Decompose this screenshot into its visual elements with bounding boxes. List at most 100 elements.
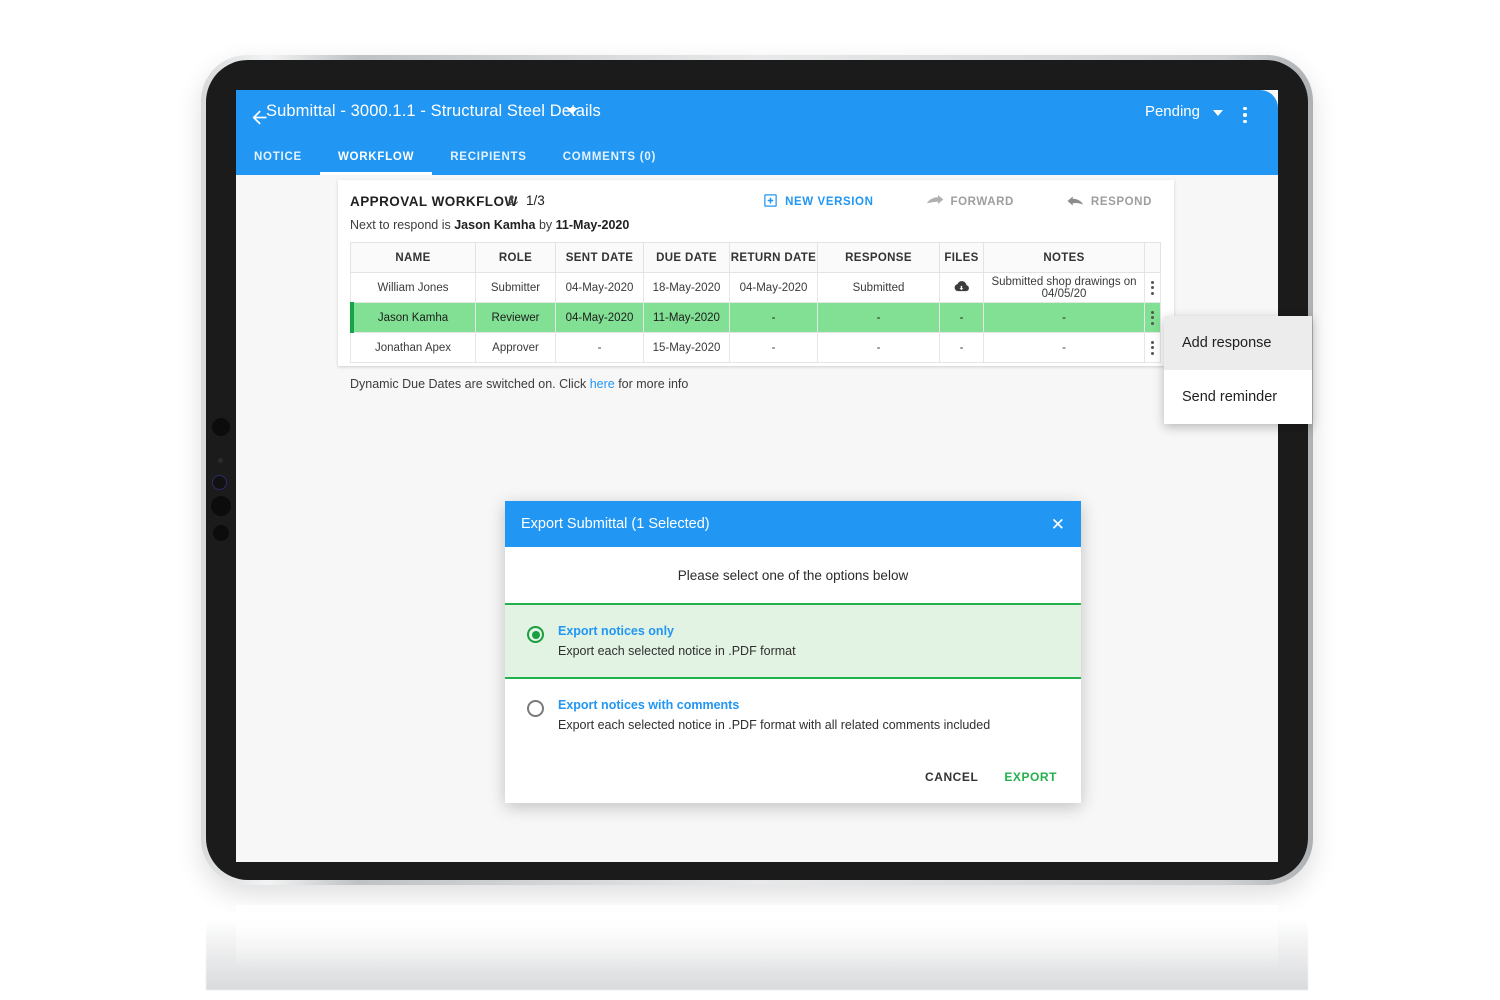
option-text-block: Export notices with comments Export each… <box>558 698 990 732</box>
tab-recipients[interactable]: RECIPIENTS <box>432 138 545 175</box>
status-badge[interactable]: Pending <box>1145 103 1200 120</box>
cell-role: Submitter <box>475 272 556 303</box>
note-here-link[interactable]: here <box>590 377 615 391</box>
export-button[interactable]: EXPORT <box>1004 770 1057 784</box>
workflow-actions: NEW VERSION FORWARD RESPOND <box>763 193 1152 211</box>
tab-comments[interactable]: COMMENTS (0) <box>545 138 674 175</box>
option-description: Export each selected notice in .PDF form… <box>558 718 991 732</box>
workflow-card-header: APPROVAL WORKFLOW 1/3 Next to respond is… <box>338 180 1174 242</box>
cell-notes: - <box>983 302 1145 333</box>
person-check-icon <box>506 193 521 213</box>
page-title: Submittal - 3000.1.1 - Structural Steel … <box>266 102 601 120</box>
menu-item-add-response[interactable]: Add response <box>1164 316 1312 370</box>
cell-return-date: 04-May-2020 <box>729 272 818 303</box>
close-icon[interactable]: ✕ <box>1049 512 1067 537</box>
option-export-notices-only[interactable]: Export notices only Export each selected… <box>505 603 1081 679</box>
cell-due-date: 18-May-2020 <box>643 272 730 303</box>
next-middle: by <box>535 218 556 232</box>
title-chevron-down-icon[interactable] <box>566 108 578 114</box>
row-menu-button[interactable] <box>1144 302 1161 333</box>
kebab-vertical-icon[interactable] <box>1145 340 1160 355</box>
note-suffix: for more info <box>614 377 689 391</box>
option-text-block: Export notices only Export each selected… <box>558 624 796 658</box>
col-name: NAME <box>350 242 476 273</box>
cell-sent-date: 04-May-2020 <box>555 272 644 303</box>
option-title: Export notices only <box>558 624 674 638</box>
cell-notes: Submitted shop drawings on 04/05/20 <box>983 272 1145 303</box>
cell-name: William Jones <box>350 272 476 303</box>
reply-arrow-icon <box>1066 194 1084 211</box>
col-response: RESPONSE <box>817 242 940 273</box>
menu-item-send-reminder[interactable]: Send reminder <box>1164 370 1312 424</box>
tab-bar: NOTICE WORKFLOW RECIPIENTS COMMENTS (0) <box>236 138 674 175</box>
col-files: FILES <box>939 242 984 273</box>
status-chevron-down-icon[interactable] <box>1213 110 1223 116</box>
table-row[interactable]: William Jones Submitter 04-May-2020 18-M… <box>350 272 1161 303</box>
screenshot-root: Submittal - 3000.1.1 - Structural Steel … <box>0 0 1500 1000</box>
volume-up-button[interactable] <box>211 496 231 516</box>
volume-down-button[interactable] <box>213 525 229 541</box>
col-notes: NOTES <box>983 242 1145 273</box>
tablet-reflection-screen <box>236 905 1278 985</box>
tab-notice[interactable]: NOTICE <box>236 138 320 175</box>
row-menu-button[interactable] <box>1144 272 1161 303</box>
note-prefix: Dynamic Due Dates are switched on. Click <box>350 377 590 391</box>
cell-files[interactable] <box>939 272 984 303</box>
app-bar-overflow-icon[interactable] <box>1234 102 1256 128</box>
col-role: ROLE <box>475 242 556 273</box>
dialog-title: Export Submittal (1 Selected) <box>521 516 710 532</box>
dialog-header: Export Submittal (1 Selected) ✕ <box>505 501 1081 547</box>
approval-workflow-table: NAME ROLE SENT DATE DUE DATE RETURN DATE… <box>350 242 1161 363</box>
cell-role: Reviewer <box>475 302 556 333</box>
option-description: Export each selected notice in .PDF form… <box>558 644 796 658</box>
tablet-screen: Submittal - 3000.1.1 - Structural Steel … <box>236 90 1278 862</box>
cell-response: Submitted <box>817 272 940 303</box>
dialog-prompt: Please select one of the options below <box>677 567 909 583</box>
tab-workflow[interactable]: WORKFLOW <box>319 138 433 175</box>
cell-due-date: 15-May-2020 <box>643 332 730 363</box>
cloud-download-icon[interactable] <box>953 280 970 297</box>
kebab-vertical-icon[interactable] <box>1145 280 1160 295</box>
cell-files: - <box>939 332 984 363</box>
forward-label: FORWARD <box>950 196 1014 208</box>
workflow-heading: APPROVAL WORKFLOW <box>350 194 518 209</box>
cell-files: - <box>939 302 984 333</box>
next-responder-line: Next to respond is Jason Kamha by 11-May… <box>350 218 629 232</box>
app-bar: Submittal - 3000.1.1 - Structural Steel … <box>236 90 1278 175</box>
col-sent-date: SENT DATE <box>555 242 644 273</box>
next-person-name: Jason Kamha <box>454 218 536 232</box>
cell-sent-date: - <box>555 332 644 363</box>
next-prefix: Next to respond is <box>350 218 455 232</box>
add-box-icon <box>763 193 778 211</box>
approval-workflow-card: APPROVAL WORKFLOW 1/3 Next to respond is… <box>338 180 1174 391</box>
next-due-date: 11-May-2020 <box>555 218 630 232</box>
side-button-top[interactable] <box>212 418 230 436</box>
cell-return-date: - <box>729 332 818 363</box>
option-title: Export notices with comments <box>558 698 740 712</box>
dialog-footer: CANCEL EXPORT <box>505 751 1081 803</box>
cell-notes: - <box>983 332 1145 363</box>
app-bar-top: Submittal - 3000.1.1 - Structural Steel … <box>236 90 1278 138</box>
col-return-date: RETURN DATE <box>729 242 818 273</box>
side-pinhole <box>218 458 223 463</box>
cell-name: Jonathan Apex <box>350 332 476 363</box>
workflow-progress-count: 1/3 <box>526 193 545 208</box>
table-row[interactable]: Jonathan Apex Approver - 15-May-2020 - -… <box>350 332 1161 363</box>
radio-selected-icon[interactable] <box>527 626 544 643</box>
table-header-row: NAME ROLE SENT DATE DUE DATE RETURN DATE… <box>350 242 1161 273</box>
row-context-menu: Add response Send reminder <box>1164 316 1312 424</box>
kebab-vertical-icon[interactable] <box>1145 310 1160 325</box>
table-row[interactable]: Jason Kamha Reviewer 04-May-2020 11-May-… <box>350 302 1161 334</box>
respond-label: RESPOND <box>1090 196 1152 208</box>
radio-unselected-icon[interactable] <box>527 700 544 717</box>
forward-button[interactable]: FORWARD <box>926 194 1014 211</box>
cancel-button[interactable]: CANCEL <box>925 770 978 784</box>
row-menu-button[interactable] <box>1144 332 1161 363</box>
option-export-notices-with-comments[interactable]: Export notices with comments Export each… <box>505 679 1081 751</box>
cell-response: - <box>817 302 940 333</box>
export-submittal-dialog: Export Submittal (1 Selected) ✕ Please s… <box>505 501 1081 803</box>
dynamic-due-dates-note: Dynamic Due Dates are switched on. Click… <box>350 377 1174 391</box>
respond-button[interactable]: RESPOND <box>1066 194 1152 211</box>
cell-return-date: - <box>729 302 818 333</box>
new-version-button[interactable]: NEW VERSION <box>763 193 873 211</box>
